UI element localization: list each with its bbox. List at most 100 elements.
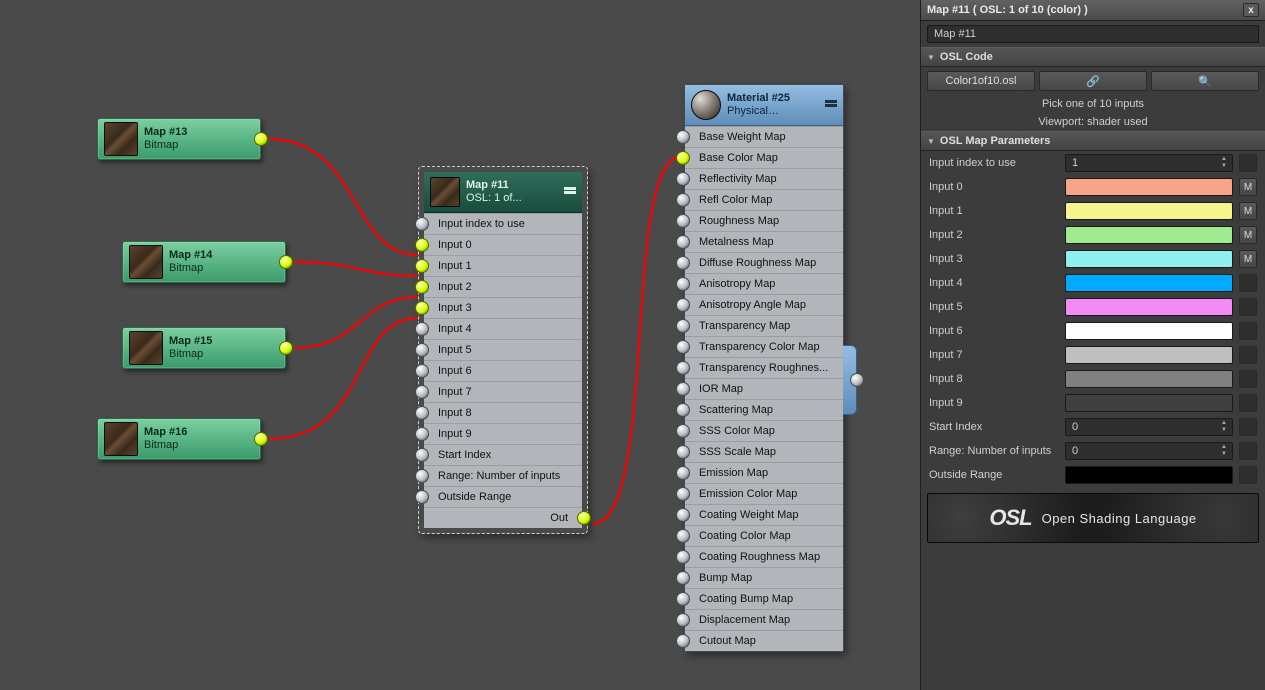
input-port[interactable] xyxy=(676,508,690,522)
input-port[interactable] xyxy=(415,238,429,252)
panel-titlebar[interactable]: Map #11 ( OSL: 1 of 10 (color) ) x xyxy=(921,0,1265,21)
input-port[interactable] xyxy=(676,466,690,480)
close-button[interactable]: x xyxy=(1243,3,1259,17)
map-slot-button[interactable]: M xyxy=(1239,226,1257,244)
input-port[interactable] xyxy=(676,298,690,312)
input-port[interactable] xyxy=(676,235,690,249)
input-port[interactable] xyxy=(676,319,690,333)
input-port[interactable] xyxy=(676,130,690,144)
node-osl-map11-selected[interactable]: Map #11 OSL: 1 of... Input index to useI… xyxy=(418,166,588,534)
map-slot-button[interactable] xyxy=(1239,274,1257,292)
input-port[interactable] xyxy=(415,259,429,273)
output-port[interactable] xyxy=(254,432,268,446)
node-graph-canvas[interactable]: Map #13 Bitmap Map #14 Bitmap Map #15 Bi… xyxy=(0,0,920,690)
input-port[interactable] xyxy=(415,301,429,315)
node-bitmap-map13[interactable]: Map #13 Bitmap xyxy=(97,118,261,160)
spinner-arrows-icon[interactable]: ▲▼ xyxy=(1218,156,1230,170)
menu-icon[interactable] xyxy=(564,191,576,194)
input-port[interactable] xyxy=(415,406,429,420)
map-slot-button[interactable] xyxy=(1239,298,1257,316)
color-swatch[interactable] xyxy=(1065,322,1233,340)
output-port[interactable] xyxy=(279,255,293,269)
input-port[interactable] xyxy=(676,487,690,501)
input-port[interactable] xyxy=(676,403,690,417)
input-port[interactable] xyxy=(676,592,690,606)
map-slot-button[interactable] xyxy=(1239,154,1257,172)
map-name-input[interactable] xyxy=(927,25,1259,43)
spinner-arrows-icon[interactable]: ▲▼ xyxy=(1218,444,1230,458)
input-port[interactable] xyxy=(676,361,690,375)
param-label: Input 7 xyxy=(929,349,1059,361)
section-label: OSL Map Parameters xyxy=(940,135,1050,147)
map-slot-button[interactable]: M xyxy=(1239,202,1257,220)
node-material-25[interactable]: Material #25 Physical… Base Weight MapBa… xyxy=(684,84,844,652)
input-port[interactable] xyxy=(676,214,690,228)
input-port[interactable] xyxy=(676,550,690,564)
map-slot-button[interactable] xyxy=(1239,346,1257,364)
input-port[interactable] xyxy=(676,445,690,459)
color-swatch[interactable] xyxy=(1065,178,1233,196)
input-port[interactable] xyxy=(676,151,690,165)
input-port[interactable] xyxy=(415,364,429,378)
color-swatch[interactable] xyxy=(1065,202,1233,220)
menu-icon[interactable] xyxy=(825,104,837,107)
input-port[interactable] xyxy=(415,280,429,294)
node-input-row: Coating Roughness Map xyxy=(685,546,843,567)
node-bitmap-map16[interactable]: Map #16 Bitmap xyxy=(97,418,261,460)
input-port[interactable] xyxy=(676,382,690,396)
section-header-params[interactable]: OSL Map Parameters xyxy=(921,131,1265,151)
color-swatch[interactable] xyxy=(1065,226,1233,244)
input-port[interactable] xyxy=(415,385,429,399)
input-port[interactable] xyxy=(676,193,690,207)
output-port[interactable] xyxy=(850,373,864,387)
map-slot-button[interactable]: M xyxy=(1239,178,1257,196)
param-row-range: Range: Number of inputs 0 ▲▼ xyxy=(921,439,1265,463)
spinner-input-index[interactable]: 1 ▲▼ xyxy=(1065,154,1233,172)
input-port[interactable] xyxy=(676,424,690,438)
input-port[interactable] xyxy=(676,529,690,543)
output-port[interactable] xyxy=(577,511,591,525)
node-header[interactable]: Material #25 Physical… xyxy=(685,85,843,126)
input-port[interactable] xyxy=(676,256,690,270)
color-swatch[interactable] xyxy=(1065,250,1233,268)
link-button[interactable]: 🔗 xyxy=(1039,71,1147,91)
map-slot-button[interactable] xyxy=(1239,418,1257,436)
map-slot-button[interactable] xyxy=(1239,394,1257,412)
color-swatch[interactable] xyxy=(1065,394,1233,412)
input-port[interactable] xyxy=(676,634,690,648)
input-port[interactable] xyxy=(676,571,690,585)
node-title: Map #15 xyxy=(169,335,212,348)
node-bitmap-map14[interactable]: Map #14 Bitmap xyxy=(122,241,286,283)
map-slot-button[interactable]: M xyxy=(1239,250,1257,268)
input-port[interactable] xyxy=(415,448,429,462)
input-port[interactable] xyxy=(676,172,690,186)
color-swatch[interactable] xyxy=(1065,298,1233,316)
color-swatch[interactable] xyxy=(1065,370,1233,388)
input-port[interactable] xyxy=(676,340,690,354)
spinner-start-index[interactable]: 0 ▲▼ xyxy=(1065,418,1233,436)
input-port[interactable] xyxy=(415,427,429,441)
map-slot-button[interactable] xyxy=(1239,466,1257,484)
osl-file-button[interactable]: Color1of10.osl xyxy=(927,71,1035,91)
input-port[interactable] xyxy=(415,343,429,357)
node-header[interactable]: Map #11 OSL: 1 of... xyxy=(424,172,582,213)
section-header-oslcode[interactable]: OSL Code xyxy=(921,47,1265,67)
color-swatch[interactable] xyxy=(1065,274,1233,292)
input-port[interactable] xyxy=(676,613,690,627)
spinner-arrows-icon[interactable]: ▲▼ xyxy=(1218,420,1230,434)
node-bitmap-map15[interactable]: Map #15 Bitmap xyxy=(122,327,286,369)
map-slot-button[interactable] xyxy=(1239,442,1257,460)
input-port[interactable] xyxy=(676,277,690,291)
input-port[interactable] xyxy=(415,322,429,336)
output-port[interactable] xyxy=(279,341,293,355)
output-port[interactable] xyxy=(254,132,268,146)
map-slot-button[interactable] xyxy=(1239,322,1257,340)
color-swatch-outside[interactable] xyxy=(1065,466,1233,484)
input-port[interactable] xyxy=(415,490,429,504)
input-port[interactable] xyxy=(415,217,429,231)
input-port[interactable] xyxy=(415,469,429,483)
color-swatch[interactable] xyxy=(1065,346,1233,364)
map-slot-button[interactable] xyxy=(1239,370,1257,388)
spinner-range[interactable]: 0 ▲▼ xyxy=(1065,442,1233,460)
search-button[interactable]: 🔍 xyxy=(1151,71,1259,91)
